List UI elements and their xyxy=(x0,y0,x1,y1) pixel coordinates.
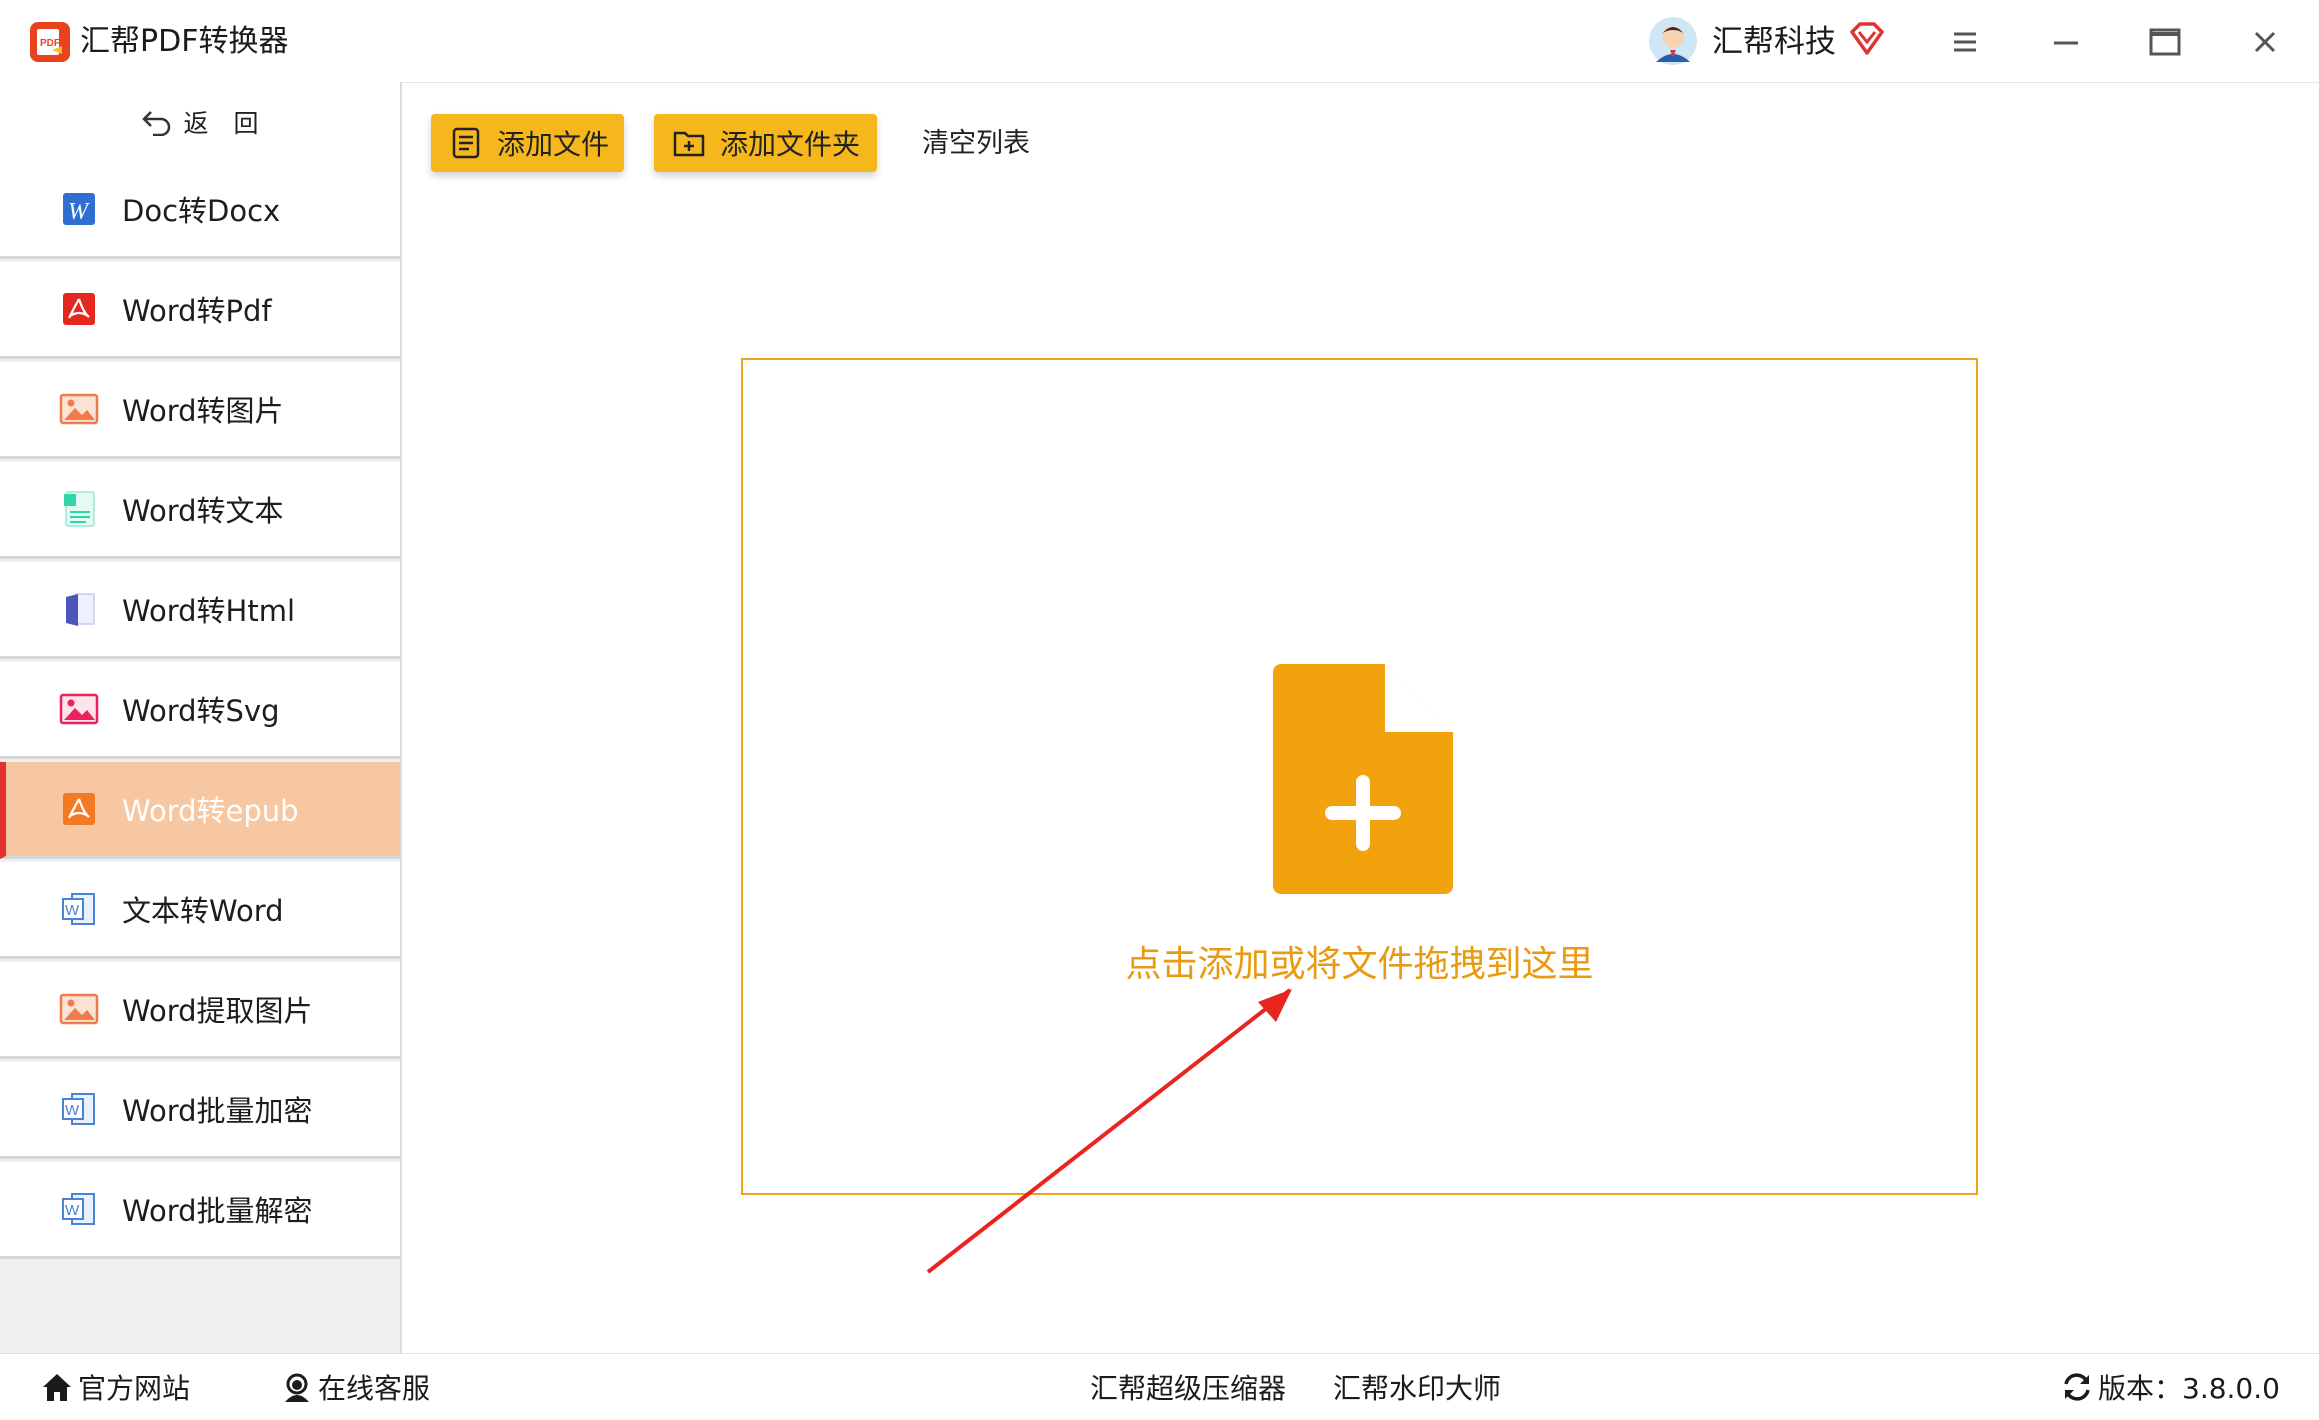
sidebar-item-label: Word转Html xyxy=(122,594,296,628)
status-bar: 官方网站 在线客服 汇帮超级压缩器 汇帮水印大师 版本：3.8.0.0 xyxy=(0,1353,2319,1420)
drop-zone-hint: 点击添加或将文件拖拽到这里 xyxy=(1125,944,1594,985)
support-agent-icon xyxy=(285,1373,309,1402)
svg-text:W: W xyxy=(65,1102,80,1119)
sidebar-item-label: Doc转Docx xyxy=(122,194,281,228)
sidebar: 返 回 W Doc转Docx Word转Pdf Word转图片 Word转文本 xyxy=(0,82,402,1353)
sidebar-item-label: Word转Svg xyxy=(122,694,280,728)
user-avatar[interactable] xyxy=(1648,16,1698,66)
sidebar-item-label: Word转图片 xyxy=(122,394,284,428)
folder-add-icon xyxy=(673,131,705,157)
back-button[interactable]: 返 回 xyxy=(0,82,400,166)
svg-text:W: W xyxy=(68,199,90,225)
version-label: 版本：3.8.0.0 xyxy=(2098,1372,2280,1405)
sidebar-item-word-batch-encrypt[interactable]: W Word批量加密 xyxy=(0,1062,400,1159)
sidebar-item-label: 文本转Word xyxy=(122,894,284,928)
pdf-icon xyxy=(58,788,100,830)
sidebar-item-label: Word转Pdf xyxy=(122,294,272,328)
app-title: 汇帮PDF转换器 xyxy=(80,24,289,59)
minimize-button[interactable] xyxy=(2046,22,2086,62)
user-name[interactable]: 汇帮科技 xyxy=(1712,20,1836,64)
watermark-link[interactable]: 汇帮水印大师 xyxy=(1333,1364,1501,1410)
sidebar-item-word-to-pdf[interactable]: Word转Pdf xyxy=(0,262,400,359)
compressor-link[interactable]: 汇帮超级压缩器 xyxy=(1090,1364,1286,1410)
watermark-label: 汇帮水印大师 xyxy=(1333,1372,1502,1405)
sidebar-item-word-extract-images[interactable]: Word提取图片 xyxy=(0,962,400,1059)
sidebar-item-word-to-text[interactable]: Word转文本 xyxy=(0,462,400,559)
sidebar-item-label: Word转文本 xyxy=(122,494,284,528)
official-website-link[interactable]: 官方网站 xyxy=(40,1364,190,1410)
text-file-icon xyxy=(58,488,100,530)
sidebar-item-text-to-word[interactable]: W 文本转Word xyxy=(0,862,400,959)
online-support-link[interactable]: 在线客服 xyxy=(280,1364,430,1410)
image-icon xyxy=(58,388,100,430)
add-file-label: 添加文件 xyxy=(497,128,610,161)
close-button[interactable] xyxy=(2245,22,2285,62)
sidebar-item-label: Word提取图片 xyxy=(122,994,313,1028)
maximize-button[interactable] xyxy=(2145,22,2185,62)
close-icon xyxy=(2254,31,2276,53)
official-website-label: 官方网站 xyxy=(78,1372,191,1405)
app-logo-icon: PDF xyxy=(30,22,70,62)
sidebar-item-label: Word批量加密 xyxy=(122,1094,313,1128)
sidebar-item-doc-to-docx[interactable]: W Doc转Docx xyxy=(0,162,400,259)
word-doc-icon: W xyxy=(58,888,100,930)
hamburger-icon xyxy=(1954,32,1976,52)
sidebar-item-word-to-image[interactable]: Word转图片 xyxy=(0,362,400,459)
add-folder-button[interactable]: 添加文件夹 xyxy=(654,114,877,172)
pdf-icon xyxy=(58,288,100,330)
word-doc-icon: W xyxy=(58,1188,100,1230)
sidebar-item-word-to-svg[interactable]: Word转Svg xyxy=(0,662,400,759)
add-file-button[interactable]: 添加文件 xyxy=(431,114,624,172)
minimize-icon xyxy=(2054,41,2078,45)
back-label: 返 回 xyxy=(183,109,259,138)
svg-text:W: W xyxy=(65,902,80,919)
svg-text:PDF: PDF xyxy=(40,38,60,49)
file-list-icon xyxy=(452,127,480,159)
svg-text:W: W xyxy=(65,1202,80,1219)
back-arrow-icon xyxy=(142,111,171,136)
sidebar-item-word-to-html[interactable]: Word转Html xyxy=(0,562,400,659)
compressor-label: 汇帮超级压缩器 xyxy=(1090,1372,1287,1405)
home-icon xyxy=(43,1374,71,1401)
sidebar-item-label: Word批量解密 xyxy=(122,1194,313,1228)
clear-list-button[interactable]: 清空列表 xyxy=(922,124,1030,164)
html-book-icon xyxy=(58,588,100,630)
word-doc-icon: W xyxy=(58,1088,100,1130)
maximize-icon xyxy=(2149,28,2181,56)
refresh-icon xyxy=(2064,1373,2090,1401)
online-support-label: 在线客服 xyxy=(318,1372,431,1405)
file-drop-zone[interactable]: 点击添加或将文件拖拽到这里 xyxy=(741,358,1978,1195)
vip-diamond-icon[interactable] xyxy=(1848,20,1886,58)
version-info[interactable]: 版本：3.8.0.0 xyxy=(2060,1364,2280,1410)
sidebar-item-label: Word转epub xyxy=(122,794,299,828)
word-w-icon: W xyxy=(58,188,100,230)
image-icon xyxy=(58,988,100,1030)
title-bar: PDF 汇帮PDF转换器 汇帮科技 xyxy=(0,0,2319,83)
add-folder-label: 添加文件夹 xyxy=(720,128,861,161)
image-icon xyxy=(58,688,100,730)
sidebar-item-word-to-epub[interactable]: Word转epub xyxy=(0,762,400,859)
sidebar-item-word-batch-decrypt[interactable]: W Word批量解密 xyxy=(0,1162,400,1259)
add-file-icon xyxy=(1273,664,1453,894)
menu-button[interactable] xyxy=(1945,22,1985,62)
